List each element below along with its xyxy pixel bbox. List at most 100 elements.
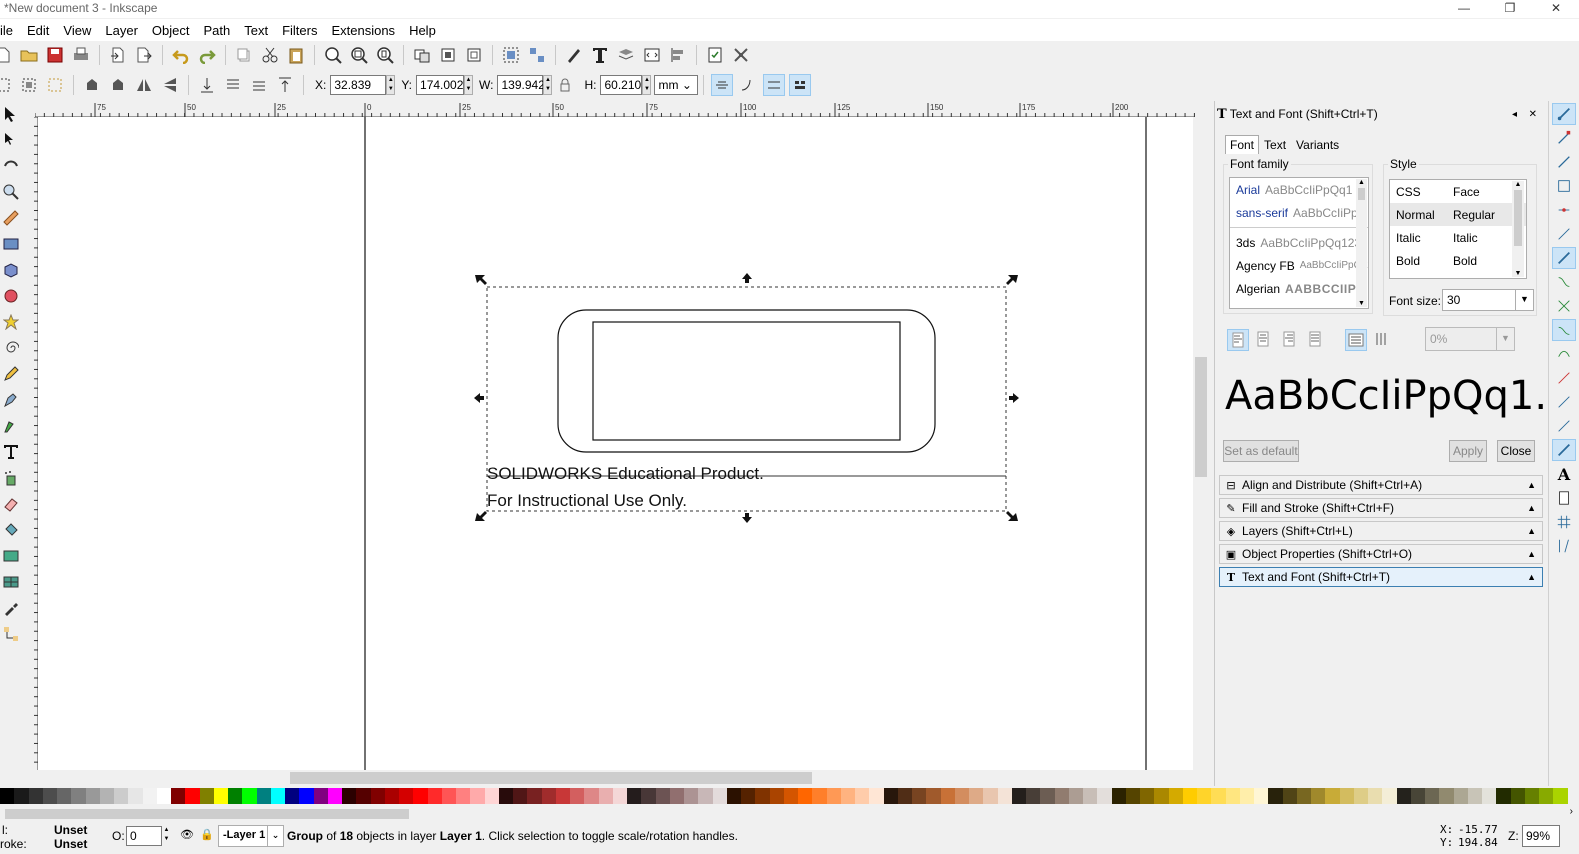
color-swatch[interactable] — [99, 788, 114, 804]
color-swatch[interactable] — [769, 788, 784, 804]
color-swatch[interactable] — [612, 788, 627, 804]
color-swatch[interactable] — [897, 788, 912, 804]
snap-bbox-edges-icon[interactable] — [1552, 151, 1576, 173]
color-swatch[interactable] — [541, 788, 556, 804]
color-swatch[interactable] — [1524, 788, 1539, 804]
handle-top-right[interactable] — [1006, 275, 1018, 285]
redo-icon[interactable] — [196, 44, 218, 66]
scroll-down-icon[interactable]: ▼ — [1512, 270, 1524, 277]
color-swatch[interactable] — [1239, 788, 1254, 804]
lower-to-bottom-icon[interactable] — [196, 74, 218, 96]
pen-tool-icon[interactable] — [0, 387, 22, 413]
color-swatch[interactable] — [1467, 788, 1482, 804]
snap-centers-icon[interactable] — [1552, 223, 1576, 245]
color-swatch[interactable] — [399, 788, 414, 804]
menu-text[interactable]: Text — [237, 23, 275, 38]
color-swatch[interactable] — [570, 788, 585, 804]
dropper-tool-icon[interactable] — [0, 595, 22, 621]
color-swatch[interactable] — [156, 788, 171, 804]
panel-align-distribute[interactable]: ⊟ Align and Distribute (Shift+Ctrl+A) ▲ — [1219, 475, 1543, 495]
color-swatch[interactable] — [114, 788, 129, 804]
color-swatch[interactable] — [427, 788, 442, 804]
color-swatch[interactable] — [969, 788, 984, 804]
color-swatch[interactable] — [384, 788, 399, 804]
color-swatch[interactable] — [1353, 788, 1368, 804]
set-default-button[interactable]: Set as default — [1223, 440, 1299, 462]
menu-help[interactable]: Help — [402, 23, 443, 38]
color-swatch[interactable] — [256, 788, 271, 804]
restore-button[interactable]: ❐ — [1487, 0, 1533, 18]
color-swatch[interactable] — [1083, 788, 1098, 804]
fill-stroke-icon[interactable] — [563, 44, 585, 66]
snap-midpoints-icon[interactable] — [1552, 199, 1576, 221]
watermark-line-2[interactable]: For Instructional Use Only. — [487, 491, 687, 510]
color-swatch[interactable] — [1140, 788, 1155, 804]
color-swatch[interactable] — [869, 788, 884, 804]
color-swatch[interactable] — [1510, 788, 1525, 804]
tab-text[interactable]: Text — [1259, 135, 1291, 154]
handle-top-left[interactable] — [475, 275, 487, 285]
expand-icon[interactable]: ▲ — [1527, 480, 1536, 490]
color-swatch[interactable] — [1553, 788, 1568, 804]
snap-page-border-icon[interactable] — [1552, 487, 1576, 509]
color-swatch[interactable] — [755, 788, 770, 804]
color-swatch[interactable] — [1040, 788, 1055, 804]
color-swatch[interactable] — [741, 788, 756, 804]
snap-bbox-corners-icon[interactable] — [1552, 175, 1576, 197]
align-distribute-icon[interactable] — [667, 44, 689, 66]
snap-line-midpoint-icon[interactable] — [1552, 367, 1576, 389]
panel-close-icon[interactable]: ✕ — [1529, 109, 1537, 120]
snap-nodes-icon[interactable] — [1552, 247, 1576, 269]
vertical-text-icon[interactable] — [1371, 329, 1393, 351]
font-item-arial[interactable]: Arial AaBbCcIiPpQq1 — [1230, 178, 1368, 201]
color-swatch[interactable] — [1339, 788, 1354, 804]
color-palette[interactable] — [0, 788, 1568, 804]
chevron-down-icon[interactable]: ⌄ — [267, 826, 283, 846]
color-swatch[interactable] — [641, 788, 656, 804]
h-spinner[interactable]: ▲ ▼ — [642, 75, 652, 95]
mesh-tool-icon[interactable] — [0, 569, 22, 595]
handle-bottom-left[interactable] — [475, 511, 487, 521]
font-item-algerian[interactable]: Algerian AABBCCIIPF — [1230, 277, 1368, 300]
group-icon[interactable] — [500, 44, 522, 66]
color-swatch[interactable] — [28, 788, 43, 804]
color-swatch[interactable] — [1311, 788, 1326, 804]
font-list-scroll-thumb[interactable] — [1358, 188, 1365, 200]
color-swatch[interactable] — [128, 788, 143, 804]
raise-icon[interactable] — [248, 74, 270, 96]
snap-enable-icon[interactable] — [1552, 103, 1576, 125]
layer-lock-icon[interactable]: 🔒 — [200, 828, 214, 841]
handle-bottom-right[interactable] — [1006, 511, 1018, 521]
color-swatch[interactable] — [42, 788, 57, 804]
color-swatch[interactable] — [812, 788, 827, 804]
color-swatch[interactable] — [1325, 788, 1340, 804]
menu-filters[interactable]: Filters — [275, 23, 324, 38]
zoom-input[interactable]: 99% — [1522, 825, 1560, 847]
minimize-button[interactable]: — — [1441, 0, 1487, 18]
color-swatch[interactable] — [299, 788, 314, 804]
style-list[interactable]: CSS Face Normal Regular Italic Italic Bold B… — [1389, 179, 1527, 279]
snap-rotation-center-icon[interactable] — [1552, 415, 1576, 437]
color-swatch[interactable] — [669, 788, 684, 804]
vertical-ruler[interactable] — [22, 117, 38, 770]
menu-path[interactable]: Path — [196, 23, 237, 38]
color-swatch[interactable] — [598, 788, 613, 804]
color-swatch[interactable] — [1011, 788, 1026, 804]
color-swatch[interactable] — [1097, 788, 1112, 804]
w-spinner[interactable]: ▲ ▼ — [543, 75, 553, 95]
spiral-tool-icon[interactable] — [0, 335, 22, 361]
color-swatch[interactable] — [883, 788, 898, 804]
panel-iconify-icon[interactable]: ◂ — [1512, 109, 1517, 120]
pencil-tool-icon[interactable] — [0, 361, 22, 387]
cut-icon[interactable] — [259, 44, 281, 66]
scale-stroke-icon[interactable] — [711, 74, 734, 96]
style-item-normal[interactable]: Normal Regular — [1390, 203, 1526, 226]
snap-text-baseline-icon[interactable] — [1552, 439, 1576, 461]
zoom-tool-icon[interactable] — [0, 179, 22, 205]
color-swatch[interactable] — [1026, 788, 1041, 804]
color-swatch[interactable] — [270, 788, 285, 804]
color-swatch[interactable] — [1539, 788, 1554, 804]
flip-vertical-icon[interactable] — [159, 74, 181, 96]
font-size-combo[interactable]: 30 ▼ — [1442, 289, 1534, 311]
color-swatch[interactable] — [840, 788, 855, 804]
